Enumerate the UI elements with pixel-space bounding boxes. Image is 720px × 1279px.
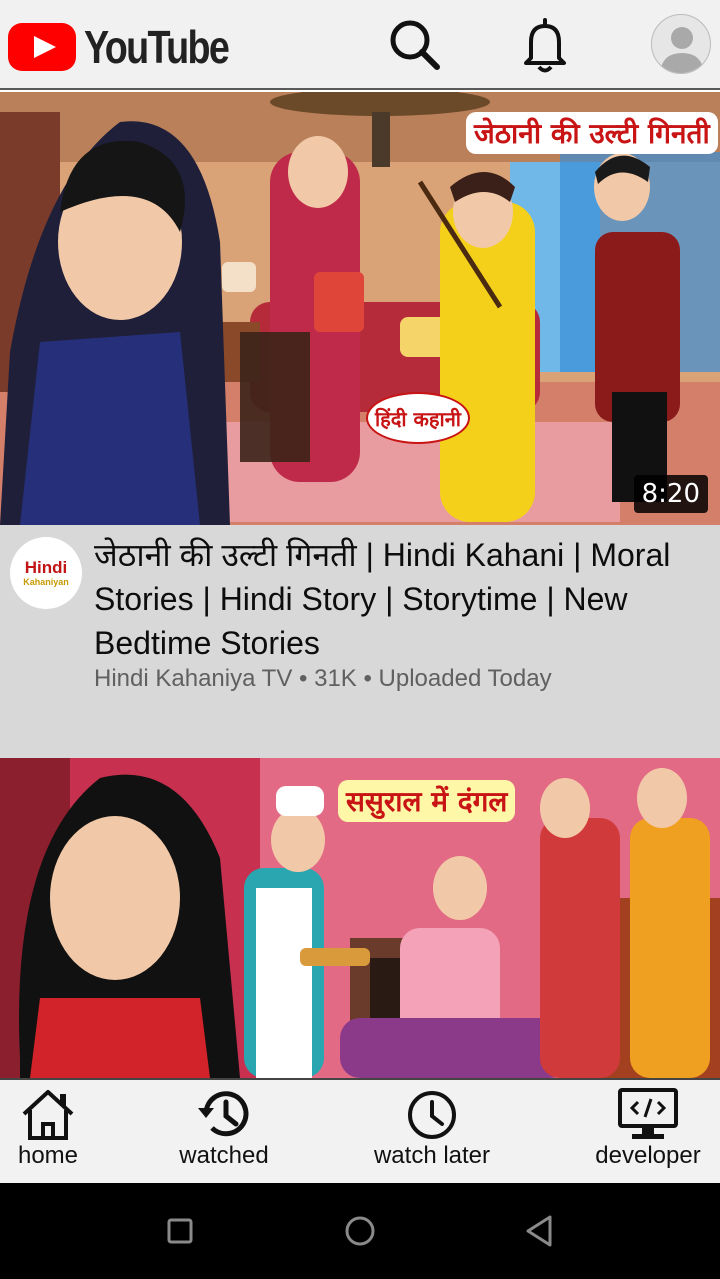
history-icon bbox=[198, 1091, 249, 1137]
upload-time: Uploaded Today bbox=[378, 665, 552, 692]
channel-avatar-subtext: Kahaniyan bbox=[23, 577, 69, 587]
video-title[interactable]: जेठानी की उल्टी गिनती | Hindi Kahani | M… bbox=[94, 533, 714, 665]
view-count: 31K bbox=[314, 665, 357, 692]
video-thumbnail[interactable]: जेठानी की उल्टी गिनती हिंदी कहानी 8:20 bbox=[0, 92, 720, 525]
separator-dot: • bbox=[363, 665, 379, 692]
bottom-navigation: home watched watch later developer bbox=[0, 1078, 720, 1183]
brand-name: YouTube bbox=[84, 21, 230, 73]
video-subtitle: Hindi Kahaniya TV • 31K • Uploaded Today bbox=[94, 665, 552, 693]
clock-icon bbox=[408, 1091, 456, 1139]
top-app-bar: YouTube bbox=[0, 0, 720, 90]
nav-label: home bbox=[17, 1142, 79, 1169]
nav-developer[interactable]: developer bbox=[586, 1086, 710, 1170]
youtube-logo[interactable]: YouTube bbox=[8, 20, 260, 74]
video-meta[interactable]: Hindi Kahaniyan जेठानी की उल्टी गिनती | … bbox=[0, 525, 720, 758]
developer-monitor-icon bbox=[618, 1088, 678, 1139]
nav-label: watch later bbox=[373, 1142, 491, 1169]
back-triangle-icon[interactable] bbox=[512, 1203, 568, 1259]
nav-watched[interactable]: watched bbox=[164, 1086, 284, 1170]
thumbnail-overlay-title: ससुराल में दंगल bbox=[338, 780, 516, 822]
thumbnail-illustration bbox=[0, 92, 720, 525]
system-navigation-bar bbox=[0, 1183, 720, 1279]
channel-avatar-text: Hindi bbox=[24, 558, 68, 577]
nav-label: watched bbox=[179, 1142, 269, 1169]
home-circle-icon[interactable] bbox=[332, 1203, 388, 1259]
video-duration: 8:20 bbox=[633, 475, 708, 513]
nav-watch-later[interactable]: watch later bbox=[358, 1086, 506, 1170]
thumbnail-overlay-title: जेठानी की उल्टी गिनती bbox=[466, 112, 718, 154]
channel-name[interactable]: Hindi Kahaniya TV bbox=[94, 665, 292, 692]
thumbnail-badge: हिंदी कहानी bbox=[366, 392, 470, 444]
nav-label: developer bbox=[595, 1142, 701, 1169]
nav-home[interactable]: home bbox=[8, 1086, 88, 1170]
recent-apps-icon[interactable] bbox=[152, 1203, 208, 1259]
bell-icon[interactable] bbox=[515, 14, 575, 74]
home-icon bbox=[22, 1090, 74, 1140]
channel-avatar[interactable]: Hindi Kahaniyan bbox=[10, 537, 82, 609]
search-icon[interactable] bbox=[384, 14, 444, 74]
video-thumbnail[interactable]: ससुराल में दंगल bbox=[0, 758, 720, 1078]
account-avatar-icon[interactable] bbox=[651, 14, 711, 74]
separator-dot: • bbox=[299, 665, 315, 692]
youtube-play-icon bbox=[8, 23, 76, 71]
